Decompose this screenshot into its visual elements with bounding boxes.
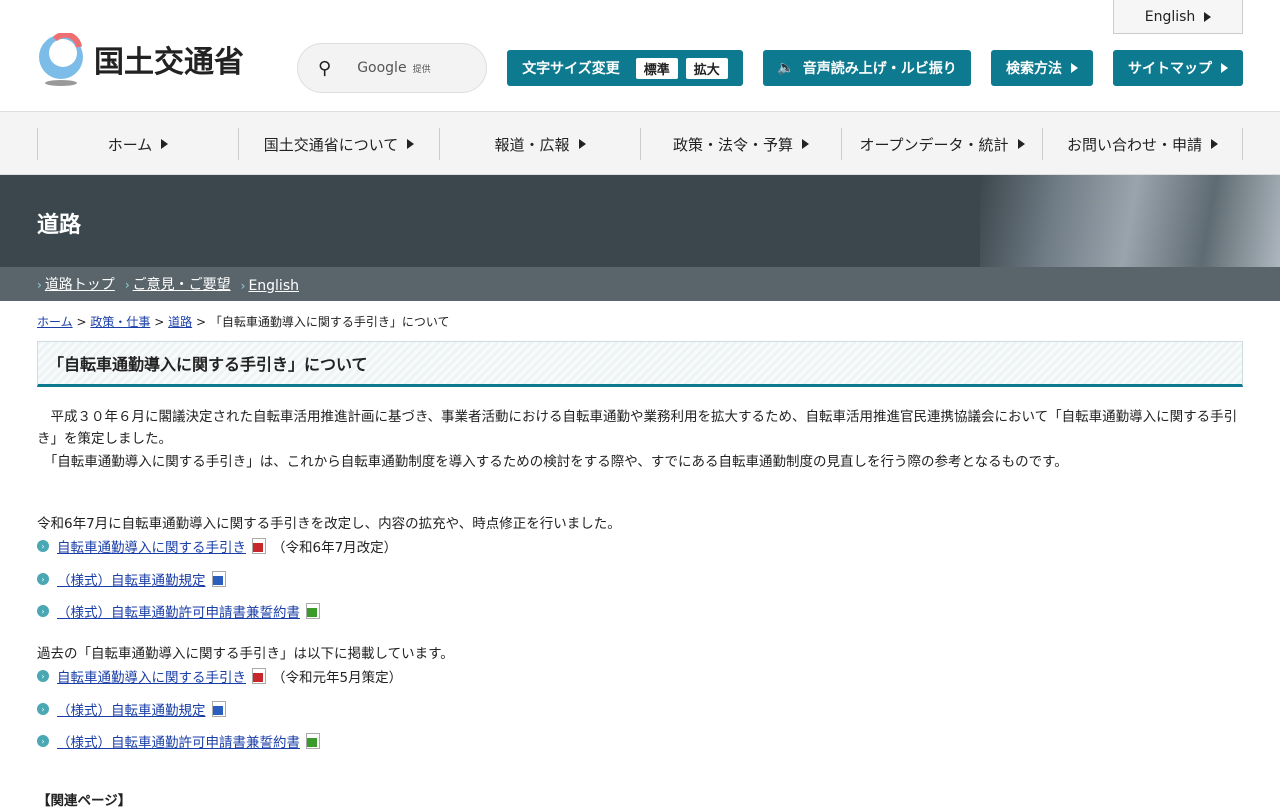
bullet-chevron-icon: › bbox=[37, 540, 49, 552]
search-label: Google bbox=[357, 60, 407, 76]
bullet-chevron-icon: › bbox=[37, 703, 49, 715]
speech-label: 音声読み上げ・ルビ振り bbox=[802, 61, 957, 77]
bullet-chevron-icon: › bbox=[37, 735, 49, 747]
document-link[interactable]: 自転車通勤導入に関する手引き bbox=[57, 536, 246, 556]
breadcrumb-sep: > bbox=[195, 315, 206, 329]
search-method-button[interactable]: 検索方法 bbox=[991, 50, 1093, 86]
document-link[interactable]: 自転車通勤導入に関する手引き bbox=[57, 666, 246, 686]
excel-file-icon bbox=[306, 603, 320, 619]
page-title: 「自転車通勤導入に関する手引き」について bbox=[37, 341, 1243, 387]
triangle-right-icon bbox=[1017, 139, 1025, 149]
logo-icon bbox=[39, 31, 83, 86]
nav-home[interactable]: ホーム bbox=[37, 128, 238, 160]
english-label: English bbox=[1144, 8, 1196, 25]
subnav-feedback[interactable]: ご意見・ご要望 bbox=[133, 277, 231, 293]
ministry-logo[interactable]: 国土交通省 bbox=[37, 31, 244, 91]
word-file-icon bbox=[211, 571, 226, 587]
triangle-right-icon bbox=[161, 139, 169, 149]
bullet-chevron-icon: › bbox=[37, 573, 49, 585]
nav-press[interactable]: 報道・広報 bbox=[439, 128, 640, 160]
search-icon: ⚲ bbox=[318, 57, 332, 79]
excel-file-icon bbox=[306, 733, 320, 749]
nav-opendata[interactable]: オープンデータ・統計 bbox=[841, 128, 1042, 160]
document-note: （令和元年5月策定） bbox=[272, 670, 403, 686]
chevron-right-icon: › bbox=[37, 278, 42, 292]
related-heading: 【関連ページ】 bbox=[37, 793, 132, 809]
current-lead: 令和6年7月に自転車通勤導入に関する手引きを改定し、内容の拡充や、時点修正を行い… bbox=[37, 516, 621, 532]
font-standard-button[interactable]: 標準 bbox=[635, 57, 678, 79]
bullet-chevron-icon: › bbox=[37, 670, 49, 682]
bullet-chevron-icon: › bbox=[37, 605, 49, 617]
nav-label: オープンデータ・統計 bbox=[859, 135, 1009, 154]
document-link[interactable]: （様式）自転車通勤規定 bbox=[57, 699, 206, 719]
sub-nav: › 道路トップ › ご意見・ご要望 › English bbox=[0, 267, 1280, 301]
breadcrumb-sep: > bbox=[76, 315, 87, 329]
nav-label: お問い合わせ・申請 bbox=[1066, 135, 1202, 154]
font-size-control: 文字サイズ変更 標準 拡大 bbox=[507, 50, 743, 86]
search-provider: 提供 bbox=[412, 64, 431, 75]
document-link-item: › （様式）自転車通勤規定 bbox=[37, 569, 232, 589]
sitemap-button[interactable]: サイトマップ bbox=[1113, 50, 1243, 86]
intro-paragraph-1: 平成３０年６月に閣議決定された自転車活用推進計画に基づき、事業者活動における自転… bbox=[37, 409, 1238, 447]
triangle-right-icon bbox=[1221, 63, 1228, 73]
past-lead: 過去の「自転車通勤導入に関する手引き」は以下に掲載しています。 bbox=[37, 646, 454, 662]
nav-label: ホーム bbox=[107, 135, 153, 154]
speech-button[interactable]: 🔈 音声読み上げ・ルビ振り bbox=[763, 50, 971, 86]
intro-paragraph-2: 「自転車通勤導入に関する手引き」は、これから自転車通勤制度を導入するための検討を… bbox=[37, 454, 1068, 470]
road-photo bbox=[980, 175, 1280, 267]
search-box[interactable]: ⚲ Google 提供 bbox=[297, 43, 487, 93]
subnav-road-top[interactable]: 道路トップ bbox=[45, 277, 115, 293]
pdf-file-icon bbox=[252, 538, 266, 554]
triangle-right-icon bbox=[802, 139, 809, 149]
nav-contact[interactable]: お問い合わせ・申請 bbox=[1042, 128, 1243, 160]
search-method-label: 検索方法 bbox=[1006, 61, 1062, 77]
triangle-right-icon bbox=[1204, 11, 1212, 22]
speaker-icon: 🔈 bbox=[777, 60, 795, 76]
document-link[interactable]: （様式）自転車通勤規定 bbox=[57, 569, 206, 589]
triangle-right-icon bbox=[407, 139, 415, 149]
breadcrumb-road[interactable]: 道路 bbox=[168, 315, 192, 329]
document-link[interactable]: （様式）自転車通勤許可申請書兼誓約書 bbox=[57, 601, 300, 621]
breadcrumb-sep: > bbox=[154, 315, 165, 329]
triangle-right-icon bbox=[578, 139, 586, 149]
chevron-right-icon: › bbox=[240, 278, 246, 293]
sitemap-label: サイトマップ bbox=[1128, 61, 1212, 77]
document-note: （令和6年7月改定） bbox=[272, 540, 398, 556]
font-large-button[interactable]: 拡大 bbox=[685, 57, 728, 79]
nav-about[interactable]: 国土交通省について bbox=[238, 128, 439, 160]
triangle-right-icon bbox=[1071, 63, 1078, 73]
document-link-item: › （様式）自転車通勤許可申請書兼誓約書 bbox=[37, 601, 326, 621]
breadcrumb: ホーム > 政策・仕事 > 道路 > 「自転車通勤導入に関する手引き」について bbox=[37, 313, 449, 330]
document-link[interactable]: （様式）自転車通勤許可申請書兼誓約書 bbox=[57, 731, 300, 751]
breadcrumb-home[interactable]: ホーム bbox=[37, 315, 73, 329]
pdf-file-icon bbox=[252, 668, 266, 684]
logo-text: 国土交通省 bbox=[94, 45, 244, 80]
document-link-item: › （様式）自転車通勤許可申請書兼誓約書 bbox=[37, 731, 326, 751]
english-button[interactable]: English bbox=[1113, 0, 1243, 34]
triangle-right-icon bbox=[1211, 139, 1218, 149]
font-size-label: 文字サイズ変更 bbox=[522, 61, 620, 77]
nav-policy[interactable]: 政策・法令・予算 bbox=[640, 128, 841, 160]
chevron-right-icon: › bbox=[124, 278, 130, 292]
word-file-icon bbox=[211, 701, 226, 717]
section-banner: 道路 bbox=[0, 175, 1280, 267]
nav-label: 政策・法令・予算 bbox=[672, 135, 793, 154]
breadcrumb-policy[interactable]: 政策・仕事 bbox=[90, 315, 150, 329]
document-link-item: › 自転車通勤導入に関する手引き （令和6年7月改定） bbox=[37, 536, 397, 556]
subnav-english[interactable]: English bbox=[248, 278, 299, 294]
nav-label: 国土交通省について bbox=[263, 135, 399, 154]
section-title: 道路 bbox=[37, 213, 82, 238]
breadcrumb-current: 「自転車通勤導入に関する手引き」について bbox=[209, 315, 450, 329]
global-nav: ホーム 国土交通省について 報道・広報 政策・法令・予算 オープンデータ・統計 … bbox=[0, 111, 1280, 175]
document-link-item: › （様式）自転車通勤規定 bbox=[37, 699, 232, 719]
document-link-item: › 自転車通勤導入に関する手引き （令和元年5月策定） bbox=[37, 666, 402, 686]
nav-label: 報道・広報 bbox=[494, 135, 570, 154]
